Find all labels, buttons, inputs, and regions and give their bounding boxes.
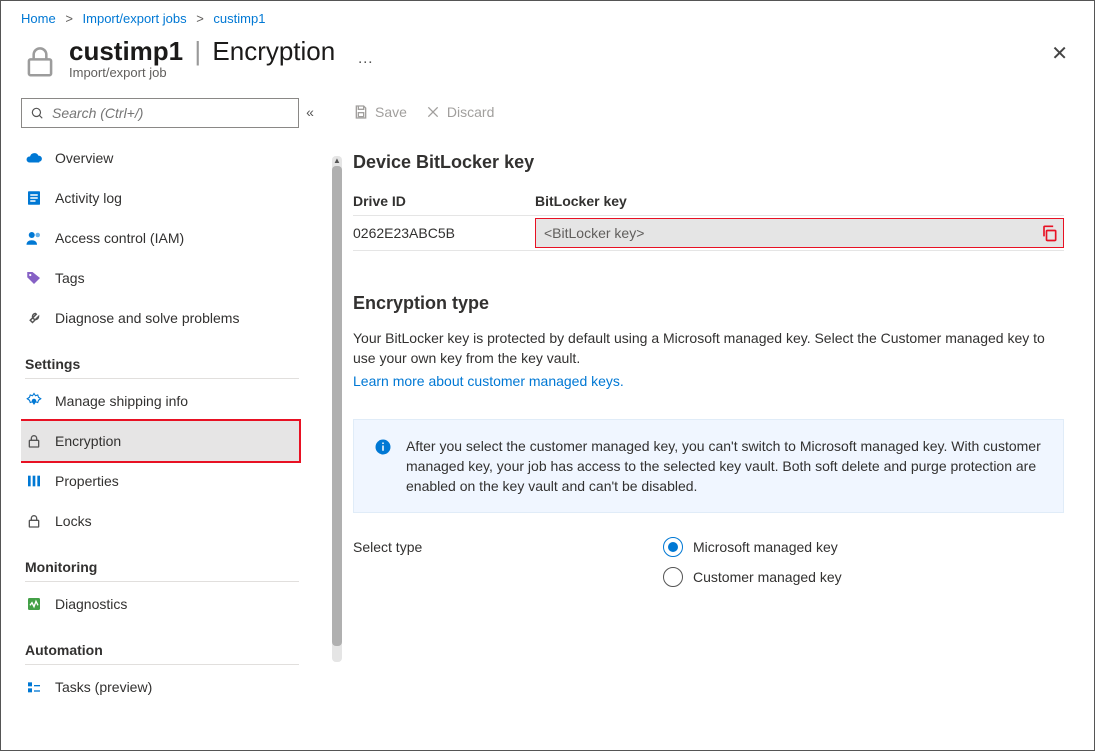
tag-icon — [25, 269, 43, 287]
info-text: After you select the customer managed ke… — [406, 436, 1043, 497]
sidebar-section-automation: Automation — [25, 642, 299, 665]
encryption-description: Your BitLocker key is protected by defau… — [353, 328, 1064, 369]
page-subtitle: Import/export job — [69, 65, 335, 80]
tasks-icon — [25, 678, 43, 696]
sidebar-item-label: Activity log — [55, 190, 122, 206]
table-row: 0262E23ABC5B <BitLocker key> — [353, 216, 1064, 251]
select-type-row: Select type Microsoft managed key Custom… — [353, 537, 1064, 587]
breadcrumb: Home > Import/export jobs > custimp1 — [1, 1, 1094, 32]
save-icon — [353, 104, 369, 120]
radio-label: Microsoft managed key — [693, 539, 838, 555]
sidebar-item-tags[interactable]: Tags — [21, 258, 299, 298]
diagnostics-icon — [25, 595, 43, 613]
th-drive-id: Drive ID — [353, 193, 535, 209]
lock-icon — [25, 512, 43, 530]
sidebar-item-overview[interactable]: Overview — [21, 138, 299, 178]
page-title-resource: custimp1 — [69, 36, 183, 66]
info-banner: After you select the customer managed ke… — [353, 419, 1064, 514]
log-icon — [25, 189, 43, 207]
collapse-sidebar-button[interactable]: « — [301, 98, 319, 747]
main-content: Save Discard Device BitLocker key Drive … — [319, 98, 1094, 747]
sidebar-item-diagnostics[interactable]: Diagnostics — [21, 584, 299, 624]
toolbar: Save Discard — [353, 98, 1064, 140]
sidebar-item-shipping[interactable]: Manage shipping info — [21, 381, 299, 421]
sidebar-item-label: Encryption — [55, 433, 121, 449]
properties-icon — [25, 472, 43, 490]
cloud-icon — [25, 149, 43, 167]
bitlocker-key-field[interactable]: <BitLocker key> — [535, 218, 1064, 248]
radio-icon — [663, 567, 683, 587]
search-input-field[interactable] — [50, 104, 290, 122]
sidebar-item-label: Manage shipping info — [55, 393, 188, 409]
discard-button[interactable]: Discard — [425, 104, 494, 120]
more-button[interactable]: … — [357, 50, 373, 68]
sidebar-item-label: Tags — [55, 270, 85, 286]
sidebar-item-locks[interactable]: Locks — [21, 501, 299, 541]
save-label: Save — [375, 104, 407, 120]
sidebar-item-properties[interactable]: Properties — [21, 461, 299, 501]
people-icon — [25, 229, 43, 247]
sidebar-item-iam[interactable]: Access control (IAM) — [21, 218, 299, 258]
sidebar-item-label: Diagnose and solve problems — [55, 310, 239, 326]
sidebar-section-monitoring: Monitoring — [25, 559, 299, 582]
page-header: custimp1 | Encryption Import/export job … — [1, 32, 1094, 98]
sidebar-item-label: Overview — [55, 150, 113, 166]
search-icon — [30, 106, 44, 120]
sidebar: Overview Activity log Access control (IA… — [21, 98, 319, 747]
sidebar-item-label: Diagnostics — [55, 596, 127, 612]
radio-ms-managed[interactable]: Microsoft managed key — [663, 537, 842, 557]
discard-icon — [425, 104, 441, 120]
sidebar-item-diagnose[interactable]: Diagnose and solve problems — [21, 298, 299, 338]
breadcrumb-jobs[interactable]: Import/export jobs — [83, 11, 187, 26]
radio-customer-managed[interactable]: Customer managed key — [663, 567, 842, 587]
chevron-right-icon: > — [65, 11, 73, 26]
info-icon — [374, 438, 392, 456]
section-title-encryption: Encryption type — [353, 293, 1064, 314]
section-title-bitlocker: Device BitLocker key — [353, 152, 1064, 173]
sidebar-item-label: Locks — [55, 513, 92, 529]
table-header: Drive ID BitLocker key — [353, 187, 1064, 216]
sidebar-item-activity-log[interactable]: Activity log — [21, 178, 299, 218]
radio-label: Customer managed key — [693, 569, 842, 585]
discard-label: Discard — [447, 104, 494, 120]
wrench-icon — [25, 309, 43, 327]
sidebar-item-label: Properties — [55, 473, 119, 489]
sidebar-section-settings: Settings — [25, 356, 299, 379]
close-icon[interactable]: ✕ — [1051, 36, 1074, 64]
sidebar-item-encryption[interactable]: Encryption — [21, 421, 299, 461]
page-title-section: Encryption — [212, 36, 335, 66]
breadcrumb-home[interactable]: Home — [21, 11, 56, 26]
bitlocker-key-value: <BitLocker key> — [536, 225, 1039, 241]
copy-icon[interactable] — [1039, 223, 1059, 243]
chevron-right-icon: > — [196, 11, 204, 26]
lock-icon — [21, 42, 59, 80]
th-bitlocker-key: BitLocker key — [535, 193, 1064, 209]
save-button[interactable]: Save — [353, 104, 407, 120]
search-input[interactable] — [21, 98, 299, 128]
page-title: custimp1 | Encryption — [69, 36, 335, 67]
cell-drive-id: 0262E23ABC5B — [353, 225, 535, 241]
lock-icon — [25, 432, 43, 450]
sidebar-item-label: Access control (IAM) — [55, 230, 184, 246]
gear-icon — [25, 392, 43, 410]
breadcrumb-current[interactable]: custimp1 — [213, 11, 265, 26]
sidebar-item-label: Tasks (preview) — [55, 679, 152, 695]
select-type-label: Select type — [353, 537, 663, 555]
learn-more-link[interactable]: Learn more about customer managed keys. — [353, 373, 624, 389]
sidebar-item-tasks[interactable]: Tasks (preview) — [21, 667, 299, 707]
radio-icon — [663, 537, 683, 557]
